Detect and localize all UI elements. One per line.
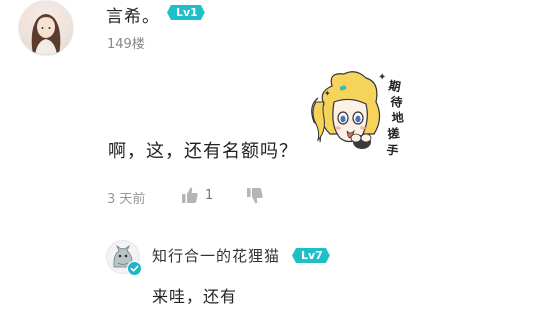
svg-text:地: 地 [391, 109, 404, 125]
avatar-illustration [31, 14, 61, 55]
comment-time: 3 天前 [107, 192, 146, 207]
level-badge: Lv1 [167, 5, 205, 20]
svg-text:手: 手 [386, 142, 400, 159]
reply-username[interactable]: 知行合一的花狸猫 [152, 245, 280, 266]
comment-username[interactable]: 言希。 [106, 2, 160, 27]
svg-text:期: 期 [388, 77, 402, 94]
avatar[interactable] [18, 0, 74, 56]
svg-text:待: 待 [390, 94, 404, 110]
verified-check-icon [127, 261, 142, 276]
sticker-image: ✦ ✦ 期 待 地 搓 手 [300, 68, 418, 162]
svg-text:✦: ✦ [324, 89, 331, 98]
thumbs-down-icon[interactable] [246, 187, 264, 205]
svg-text:✦: ✦ [378, 72, 386, 83]
like-count: 1 [205, 188, 214, 203]
reply-level-badge: Lv7 [292, 248, 330, 263]
thumbs-up-icon[interactable] [181, 186, 199, 204]
svg-text:搓: 搓 [387, 125, 401, 141]
comment-content: 啊，这，还有名额吗？ [108, 141, 298, 162]
reply-content: 来哇，还有 [152, 287, 238, 306]
floor-number: 149楼 [107, 37, 145, 52]
